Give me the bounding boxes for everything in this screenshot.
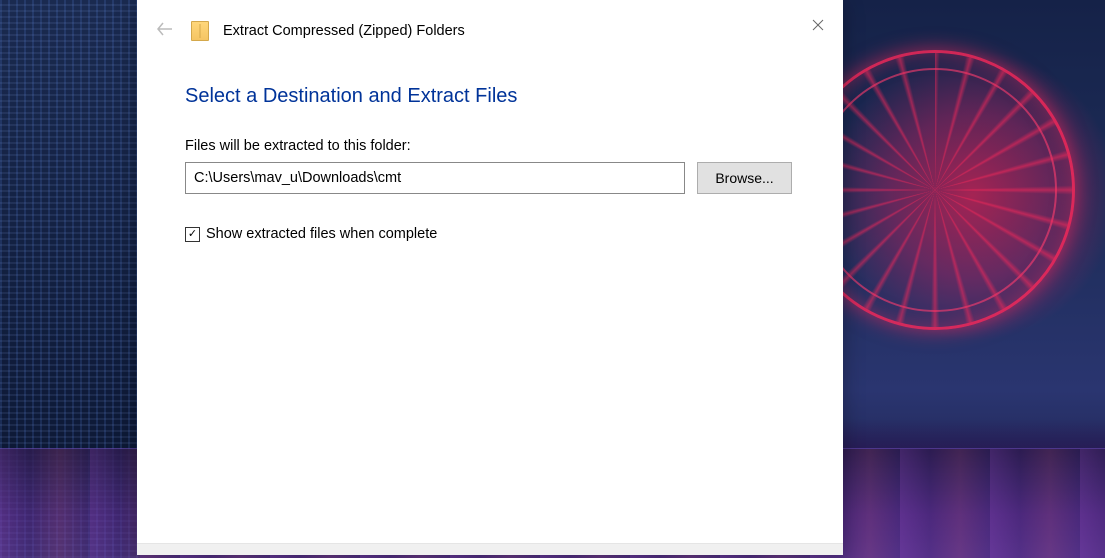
close-icon <box>812 19 824 31</box>
dialog-content: Select a Destination and Extract Files F… <box>137 53 843 543</box>
show-files-label[interactable]: Show extracted files when complete <box>206 226 437 242</box>
back-arrow-icon <box>157 22 173 36</box>
back-button[interactable] <box>153 18 177 43</box>
show-files-checkbox[interactable]: ✓ <box>185 227 200 242</box>
dialog-heading: Select a Destination and Extract Files <box>185 85 795 108</box>
show-files-option: ✓ Show extracted files when complete <box>185 226 795 242</box>
browse-button[interactable]: Browse... <box>697 162 792 194</box>
dialog-title: Extract Compressed (Zipped) Folders <box>223 23 465 39</box>
destination-path-input[interactable] <box>185 162 685 194</box>
zip-folder-icon <box>191 21 209 41</box>
dialog-footer <box>137 543 843 555</box>
extract-dialog: Extract Compressed (Zipped) Folders Sele… <box>137 0 843 555</box>
path-label: Files will be extracted to this folder: <box>185 138 795 154</box>
path-input-row: Browse... <box>185 162 795 194</box>
dialog-header: Extract Compressed (Zipped) Folders <box>137 0 843 53</box>
close-button[interactable] <box>803 10 833 40</box>
